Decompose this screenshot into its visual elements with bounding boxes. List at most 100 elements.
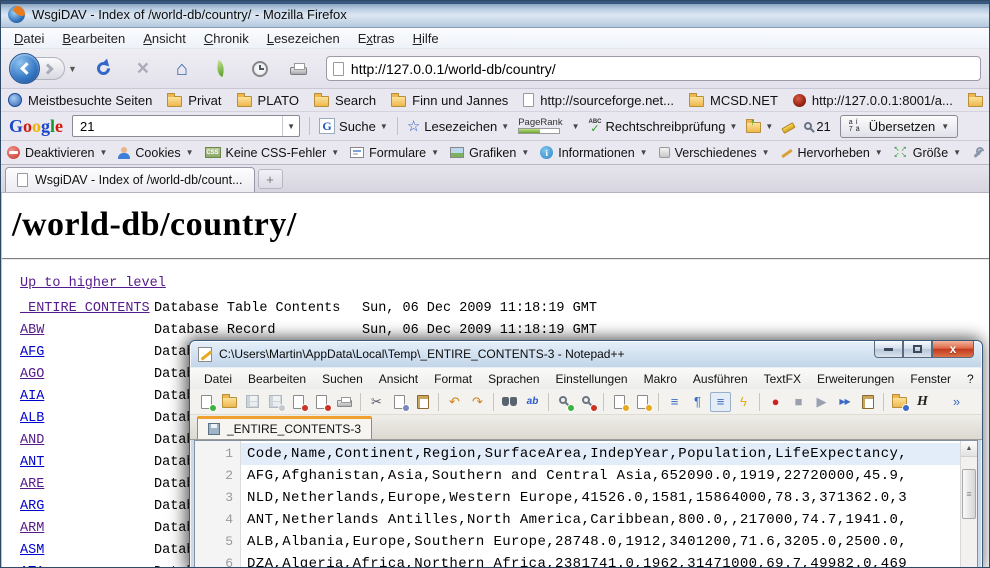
dropdown-caret[interactable]: ▼ — [521, 148, 529, 157]
close-file-icon[interactable] — [288, 392, 309, 412]
paste-icon[interactable] — [412, 392, 433, 412]
devbar-item-hervorheben[interactable]: Hervorheben▼ — [781, 146, 883, 160]
new-file-icon[interactable] — [196, 392, 217, 412]
bookmark-item[interactable]: Search — [314, 93, 376, 108]
listing-link-alb[interactable]: ALB — [20, 408, 154, 430]
doc-switcher-icon[interactable] — [889, 392, 910, 412]
dropdown-caret[interactable]: ▼ — [186, 148, 194, 157]
spellcheck-button[interactable]: ABC ✓ Rechtschreibprüfung ▼ — [589, 119, 738, 134]
cut-icon[interactable]: ✂ — [366, 392, 387, 412]
stop-button[interactable]: × — [131, 56, 155, 82]
macro-multi-run-icon[interactable]: ▶▶ — [834, 392, 855, 412]
browser-tab[interactable]: WsgiDAV - Index of /world-db/count... — [5, 167, 255, 192]
google-bookmarks-button[interactable]: ☆ Lesezeichen ▼ — [407, 119, 509, 134]
notepad-menu-sprachen[interactable]: Sprachen — [480, 369, 547, 389]
listing-link-ago[interactable]: AGO — [20, 364, 154, 386]
bookmark-item[interactable]: Tree Samples — [968, 93, 989, 108]
history-dropdown-caret[interactable]: ▼ — [68, 64, 77, 74]
bookmark-item[interactable]: Finn und Jannes — [391, 93, 508, 108]
send-to-button[interactable]: ↑ ▼ — [746, 120, 773, 133]
dropdown-caret[interactable]: ▼ — [762, 148, 770, 157]
notepad-menu-format[interactable]: Format — [426, 369, 480, 389]
word-wrap-icon[interactable]: ≡ — [664, 392, 685, 412]
notepad-menu-ausf-hren[interactable]: Ausführen — [685, 369, 756, 389]
replace-icon[interactable]: ab — [522, 392, 543, 412]
reload-button[interactable] — [92, 56, 116, 82]
sync-horizontal-icon[interactable] — [632, 392, 653, 412]
function-list-icon[interactable]: ϟ — [733, 392, 754, 412]
dropdown-caret[interactable]: ▼ — [380, 122, 388, 131]
find-icon[interactable] — [499, 392, 520, 412]
url-input[interactable] — [351, 61, 974, 77]
history-button[interactable] — [248, 56, 272, 82]
macro-play-icon[interactable]: ▶ — [811, 392, 832, 412]
bookmark-item[interactable]: http://sourceforge.net... — [523, 93, 674, 108]
listing-link-arg[interactable]: ARG — [20, 496, 154, 518]
menubar-close-button[interactable]: X — [982, 369, 990, 389]
macro-save-icon[interactable] — [857, 392, 878, 412]
show-symbols-icon[interactable]: ¶ — [687, 392, 708, 412]
home-button[interactable]: ⌂ — [170, 56, 194, 82]
zoom-in-icon[interactable] — [554, 392, 575, 412]
scroll-up-button[interactable]: ▲ — [961, 441, 977, 457]
dropdown-caret[interactable]: ▼ — [331, 148, 339, 157]
notepad-menu-bearbeiten[interactable]: Bearbeiten — [240, 369, 314, 389]
notepad-menu-makro[interactable]: Makro — [636, 369, 685, 389]
notepad-titlebar[interactable]: C:\Users\Martin\AppData\Local\Temp\_ENTI… — [190, 341, 982, 367]
menu-item-datei[interactable]: Datei — [5, 29, 53, 48]
dropdown-caret[interactable]: ▼ — [765, 122, 773, 131]
macro-record-icon[interactable]: ● — [765, 392, 786, 412]
maximize-button[interactable] — [903, 341, 932, 358]
close-button[interactable]: x — [932, 341, 974, 358]
menu-item-chronik[interactable]: Chronik — [195, 29, 258, 48]
listing-link-arm[interactable]: ARM — [20, 518, 154, 540]
bookmark-item[interactable]: Privat — [167, 93, 221, 108]
zoom-out-icon[interactable] — [577, 392, 598, 412]
indent-guide-icon[interactable]: ≡ — [710, 392, 731, 412]
devbar-item-cookies[interactable]: Cookies▼ — [118, 146, 193, 160]
devbar-item-grafiken[interactable]: Grafiken▼ — [450, 146, 529, 160]
listing-link-abw[interactable]: ABW — [20, 320, 154, 342]
undo-icon[interactable]: ↶ — [444, 392, 465, 412]
menu-item-lesezeichen[interactable]: Lesezeichen — [258, 29, 349, 48]
text-editor[interactable]: Code,Name,Continent,Region,SurfaceArea,I… — [241, 441, 960, 568]
listing-link-asm[interactable]: ASM — [20, 540, 154, 562]
new-tab-button[interactable]: + — [258, 169, 283, 189]
devbar-item-verschiedenes[interactable]: Verschiedenes▼ — [659, 146, 770, 160]
menu-item-extras[interactable]: Extras — [349, 29, 404, 48]
menu-item-hilfe[interactable]: Hilfe — [404, 29, 448, 48]
pagerank-indicator[interactable]: PageRank — [518, 118, 562, 134]
dropdown-caret[interactable]: ▼ — [431, 148, 439, 157]
dropdown-caret[interactable]: ▼ — [941, 122, 949, 131]
scrollbar-thumb[interactable]: ≡ — [962, 469, 976, 519]
notepad-menu--[interactable]: ? — [959, 369, 982, 389]
bookmark-item[interactable]: PLATO — [237, 93, 299, 108]
devbar-item-deaktivieren[interactable]: Deaktivieren▼ — [7, 146, 107, 160]
translate-button[interactable]: aí7ä Übersetzen ▼ — [840, 115, 958, 138]
listing-link-aia[interactable]: AIA — [20, 386, 154, 408]
dropdown-caret[interactable]: ▼ — [99, 148, 107, 157]
vertical-scrollbar[interactable]: ▲ ≡ — [960, 441, 977, 568]
save-icon[interactable] — [242, 392, 263, 412]
print-button[interactable] — [287, 56, 311, 82]
listing-link-are[interactable]: ARE — [20, 474, 154, 496]
notepad-menu-textfx[interactable]: TextFX — [756, 369, 809, 389]
dropdown-caret[interactable]: ▼ — [501, 122, 509, 131]
feed-button[interactable] — [209, 56, 233, 82]
devbar-item-informationen[interactable]: iInformationen▼ — [540, 146, 647, 160]
back-button[interactable] — [9, 53, 40, 84]
listing-link-afg[interactable]: AFG — [20, 342, 154, 364]
menu-item-ansicht[interactable]: Ansicht — [134, 29, 195, 48]
close-all-icon[interactable] — [311, 392, 332, 412]
bookmark-item[interactable]: Meistbesuchte Seiten — [8, 93, 152, 108]
dropdown-caret[interactable]: ▼ — [953, 148, 961, 157]
notepad-menu-fenster[interactable]: Fenster — [902, 369, 959, 389]
notepad-menu-suchen[interactable]: Suchen — [314, 369, 371, 389]
notepad-menu-datei[interactable]: Datei — [196, 369, 240, 389]
copy-icon[interactable] — [389, 392, 410, 412]
google-search-box[interactable]: ▼ — [72, 115, 300, 137]
document-tab[interactable]: _ENTIRE_CONTENTS-3 — [197, 416, 372, 439]
notepad-menu-einstellungen[interactable]: Einstellungen — [548, 369, 636, 389]
notepad-menu-ansicht[interactable]: Ansicht — [371, 369, 426, 389]
url-bar[interactable] — [326, 56, 981, 81]
